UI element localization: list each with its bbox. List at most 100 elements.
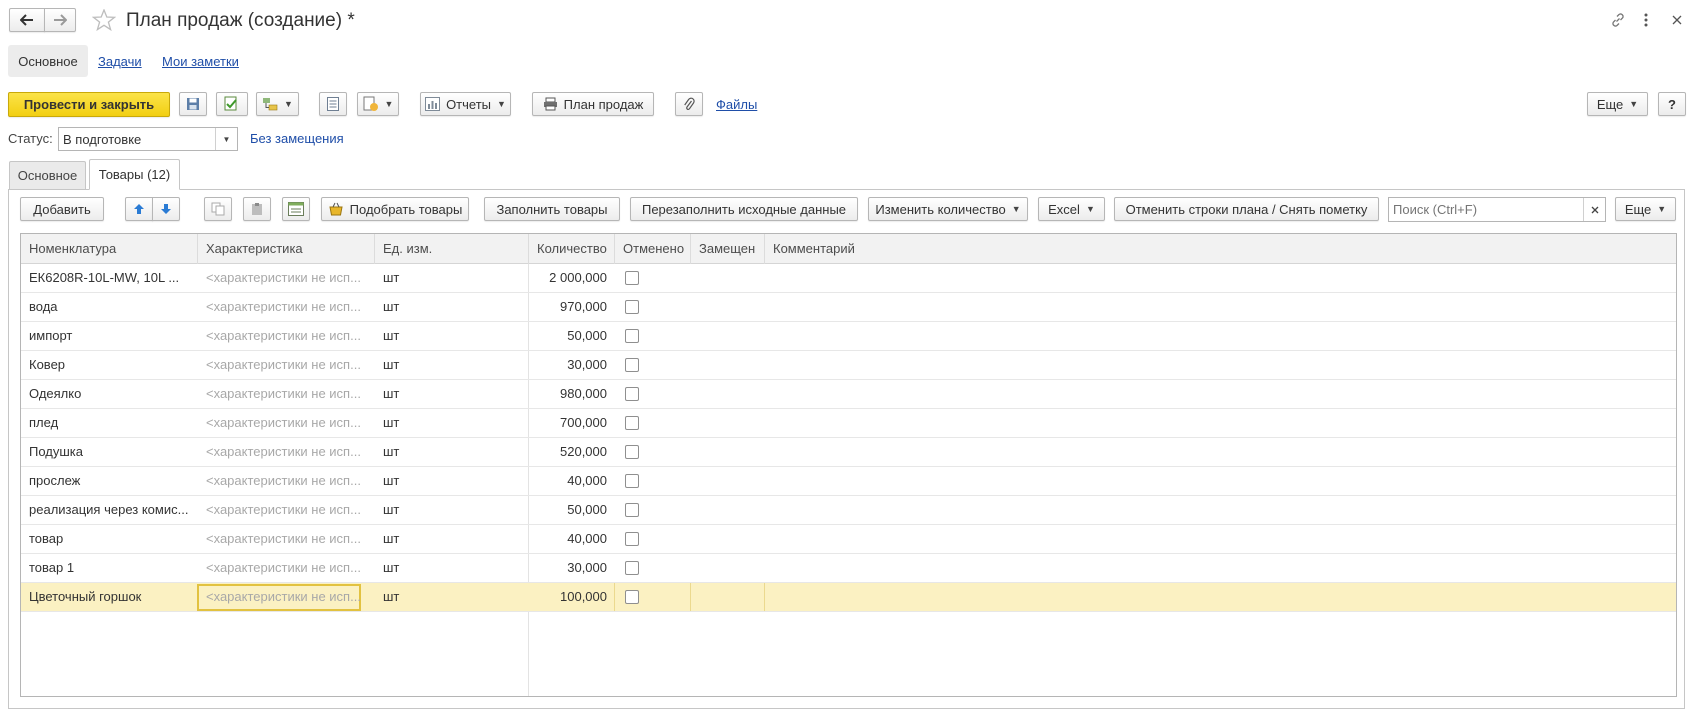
search-field[interactable] [1388, 197, 1606, 222]
favorite-star-icon[interactable] [92, 9, 116, 31]
inner-tab-main[interactable]: Основное [9, 161, 86, 189]
table-row[interactable]: Одеялко <характеристики не исп... шт 980,00… [21, 380, 1676, 409]
cell-item[interactable]: Цветочный горшок [21, 583, 193, 611]
cell-unit[interactable]: шт [375, 322, 525, 350]
cell-replaced[interactable] [691, 554, 765, 582]
canceled-checkbox[interactable] [625, 271, 639, 285]
reports-button[interactable]: Отчеты ▼ [420, 92, 511, 116]
cell-item[interactable]: реализация через комис... [21, 496, 193, 524]
attach-button[interactable] [675, 92, 703, 116]
help-button[interactable]: ? [1658, 92, 1686, 116]
table-row[interactable]: Цветочный горшок <характеристики не исп..… [21, 583, 1676, 612]
cell-quantity[interactable]: 2 000,000 [529, 264, 615, 292]
table-row[interactable]: импорт <характеристики не исп... шт 50,000 [21, 322, 1676, 351]
back-button[interactable] [9, 8, 45, 32]
cell-comment[interactable] [765, 264, 1665, 292]
search-input[interactable] [1389, 198, 1581, 221]
cell-comment[interactable] [765, 322, 1665, 350]
cell-item[interactable]: импорт [21, 322, 193, 350]
cell-unit[interactable]: шт [375, 409, 525, 437]
cell-comment[interactable] [765, 554, 1665, 582]
cell-comment[interactable] [765, 583, 1665, 611]
cell-characteristic[interactable]: <характеристики не исп... [198, 322, 363, 350]
table-row[interactable]: реализация через комис... <характеристики… [21, 496, 1676, 525]
cell-item[interactable]: Подушка [21, 438, 193, 466]
cell-item[interactable]: товар 1 [21, 554, 193, 582]
canceled-checkbox[interactable] [625, 358, 639, 372]
paste-button[interactable] [243, 197, 271, 221]
link-icon[interactable] [1610, 12, 1626, 28]
cell-replaced[interactable] [691, 409, 765, 437]
cancel-plan-rows-button[interactable]: Отменить строки плана / Снять пометку [1114, 197, 1379, 221]
cell-unit[interactable]: шт [375, 525, 525, 553]
cell-quantity[interactable]: 50,000 [529, 496, 615, 524]
cell-characteristic[interactable]: <характеристики не исп... [198, 583, 363, 611]
cell-unit[interactable]: шт [375, 467, 525, 495]
files-link[interactable]: Файлы [716, 97, 757, 112]
tab-my-notes[interactable]: Мои заметки [162, 54, 239, 69]
status-select[interactable]: В подготовке ▼ [58, 127, 238, 151]
select-items-button[interactable] [282, 197, 310, 221]
cell-replaced[interactable] [691, 525, 765, 553]
cell-unit[interactable]: шт [375, 264, 525, 292]
cell-comment[interactable] [765, 380, 1665, 408]
cell-replaced[interactable] [691, 496, 765, 524]
cell-unit[interactable]: шт [375, 380, 525, 408]
cell-quantity[interactable]: 40,000 [529, 525, 615, 553]
table-row[interactable]: ЕК6208R-10L-MW, 10L ... <характеристики н… [21, 264, 1676, 293]
canceled-checkbox[interactable] [625, 503, 639, 517]
column-header-unit[interactable]: Ед. изм. [375, 234, 529, 264]
cell-quantity[interactable]: 30,000 [529, 554, 615, 582]
cell-characteristic[interactable]: <характеристики не исп... [198, 293, 363, 321]
cell-quantity[interactable]: 700,000 [529, 409, 615, 437]
canceled-checkbox[interactable] [625, 329, 639, 343]
cell-characteristic[interactable]: <характеристики не исп... [198, 351, 363, 379]
cell-item[interactable]: Ковер [21, 351, 193, 379]
table-row[interactable]: товар 1 <характеристики не исп... шт 30,000 [21, 554, 1676, 583]
cell-unit[interactable]: шт [375, 496, 525, 524]
table-more-button[interactable]: Еще ▼ [1615, 197, 1676, 221]
cell-quantity[interactable]: 520,000 [529, 438, 615, 466]
cell-replaced[interactable] [691, 322, 765, 350]
cell-characteristic[interactable]: <характеристики не исп... [198, 438, 363, 466]
cell-item[interactable]: вода [21, 293, 193, 321]
canceled-checkbox[interactable] [625, 416, 639, 430]
column-header-canceled[interactable]: Отменено [615, 234, 691, 264]
status-dropdown-button[interactable]: ▼ [215, 128, 237, 150]
table-row[interactable]: Ковер <характеристики не исп... шт 30,000 [21, 351, 1676, 380]
canceled-checkbox[interactable] [625, 561, 639, 575]
cell-unit[interactable]: шт [375, 293, 525, 321]
cell-item[interactable]: товар [21, 525, 193, 553]
table-row[interactable]: Подушка <характеристики не исп... шт 520,00… [21, 438, 1676, 467]
canceled-checkbox[interactable] [625, 300, 639, 314]
post-and-close-button[interactable]: Провести и закрыть [8, 92, 170, 117]
cell-unit[interactable]: шт [375, 351, 525, 379]
move-down-button[interactable] [152, 197, 180, 221]
cell-replaced[interactable] [691, 380, 765, 408]
cell-characteristic[interactable]: <характеристики не исп... [198, 264, 363, 292]
cell-quantity[interactable]: 100,000 [529, 583, 615, 611]
replacement-link[interactable]: Без замещения [250, 131, 344, 146]
cell-quantity[interactable]: 50,000 [529, 322, 615, 350]
canceled-checkbox[interactable] [625, 445, 639, 459]
cell-comment[interactable] [765, 293, 1665, 321]
pick-goods-button[interactable]: Подобрать товары [321, 197, 469, 221]
cell-characteristic[interactable]: <характеристики не исп... [198, 525, 363, 553]
cell-comment[interactable] [765, 525, 1665, 553]
canceled-checkbox[interactable] [625, 387, 639, 401]
inner-tab-goods[interactable]: Товары (12) [89, 159, 180, 190]
more-button[interactable]: Еще ▼ [1587, 92, 1648, 116]
cell-characteristic[interactable]: <характеристики не исп... [198, 554, 363, 582]
cell-replaced[interactable] [691, 438, 765, 466]
more-vertical-icon[interactable] [1643, 12, 1649, 28]
cell-comment[interactable] [765, 496, 1665, 524]
column-header-replaced[interactable]: Замещен [691, 234, 765, 264]
column-header-comment[interactable]: Комментарий [765, 234, 1676, 264]
tab-tasks[interactable]: Задачи [98, 54, 142, 69]
cell-unit[interactable]: шт [375, 554, 525, 582]
column-header-characteristic[interactable]: Характеристика [198, 234, 375, 264]
excel-button[interactable]: Excel ▼ [1038, 197, 1105, 221]
cell-comment[interactable] [765, 409, 1665, 437]
forward-button[interactable] [44, 8, 76, 32]
cell-item[interactable]: прослеж [21, 467, 193, 495]
